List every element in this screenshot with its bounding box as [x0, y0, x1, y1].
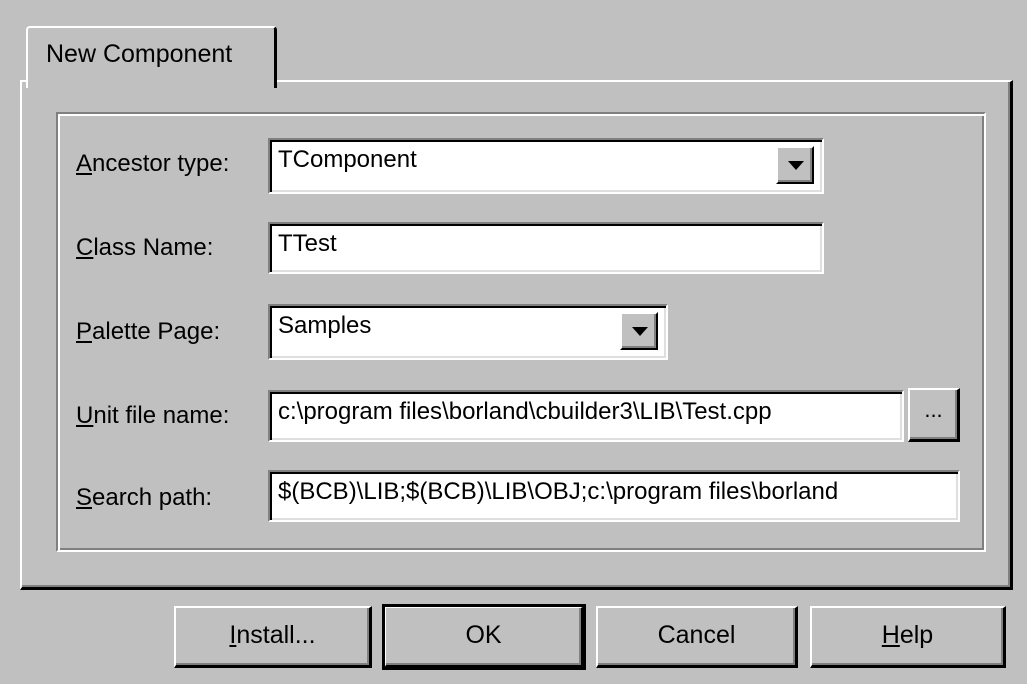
palette-page-label: Palette Page: — [76, 318, 221, 345]
palette-page-value: Samples — [278, 312, 372, 339]
class-name-input[interactable]: TTest — [268, 222, 824, 274]
browse-label: ... — [924, 397, 943, 422]
search-path-value: $(BCB)\LIB;$(BCB)\LIB\OBJ;c:\program fil… — [278, 478, 839, 505]
help-button[interactable]: Help — [810, 606, 1006, 668]
cancel-label: Cancel — [657, 621, 736, 649]
install-button[interactable]: Install... — [174, 606, 372, 668]
ok-button[interactable]: OK — [382, 604, 586, 670]
chevron-down-icon — [788, 161, 804, 170]
cancel-button[interactable]: Cancel — [596, 606, 798, 668]
search-path-label: Search path: — [76, 484, 213, 511]
tab-label: New Component — [46, 40, 233, 68]
class-name-label: Class Name: — [76, 234, 214, 261]
unit-file-name-label: Unit file name: — [76, 402, 230, 429]
tab-new-component[interactable]: New Component — [26, 26, 277, 88]
unit-file-name-input[interactable]: c:\program files\borland\cbuilder3\LIB\T… — [268, 390, 904, 442]
ancestor-type-combobox[interactable]: TComponent — [268, 138, 824, 194]
search-path-input[interactable]: $(BCB)\LIB;$(BCB)\LIB\OBJ;c:\program fil… — [268, 470, 960, 522]
ancestor-type-label: Ancestor type: — [76, 150, 230, 177]
palette-page-combobox[interactable]: Samples — [268, 304, 668, 360]
palette-page-dropdown-button[interactable] — [620, 312, 658, 350]
ancestor-type-dropdown-button[interactable] — [776, 146, 814, 184]
browse-button[interactable]: ... — [908, 388, 960, 442]
unit-file-name-value: c:\program files\borland\cbuilder3\LIB\T… — [278, 398, 772, 425]
ancestor-type-value: TComponent — [278, 146, 417, 173]
ok-label: OK — [465, 621, 502, 649]
class-name-value: TTest — [278, 230, 337, 257]
chevron-down-icon — [632, 327, 648, 336]
